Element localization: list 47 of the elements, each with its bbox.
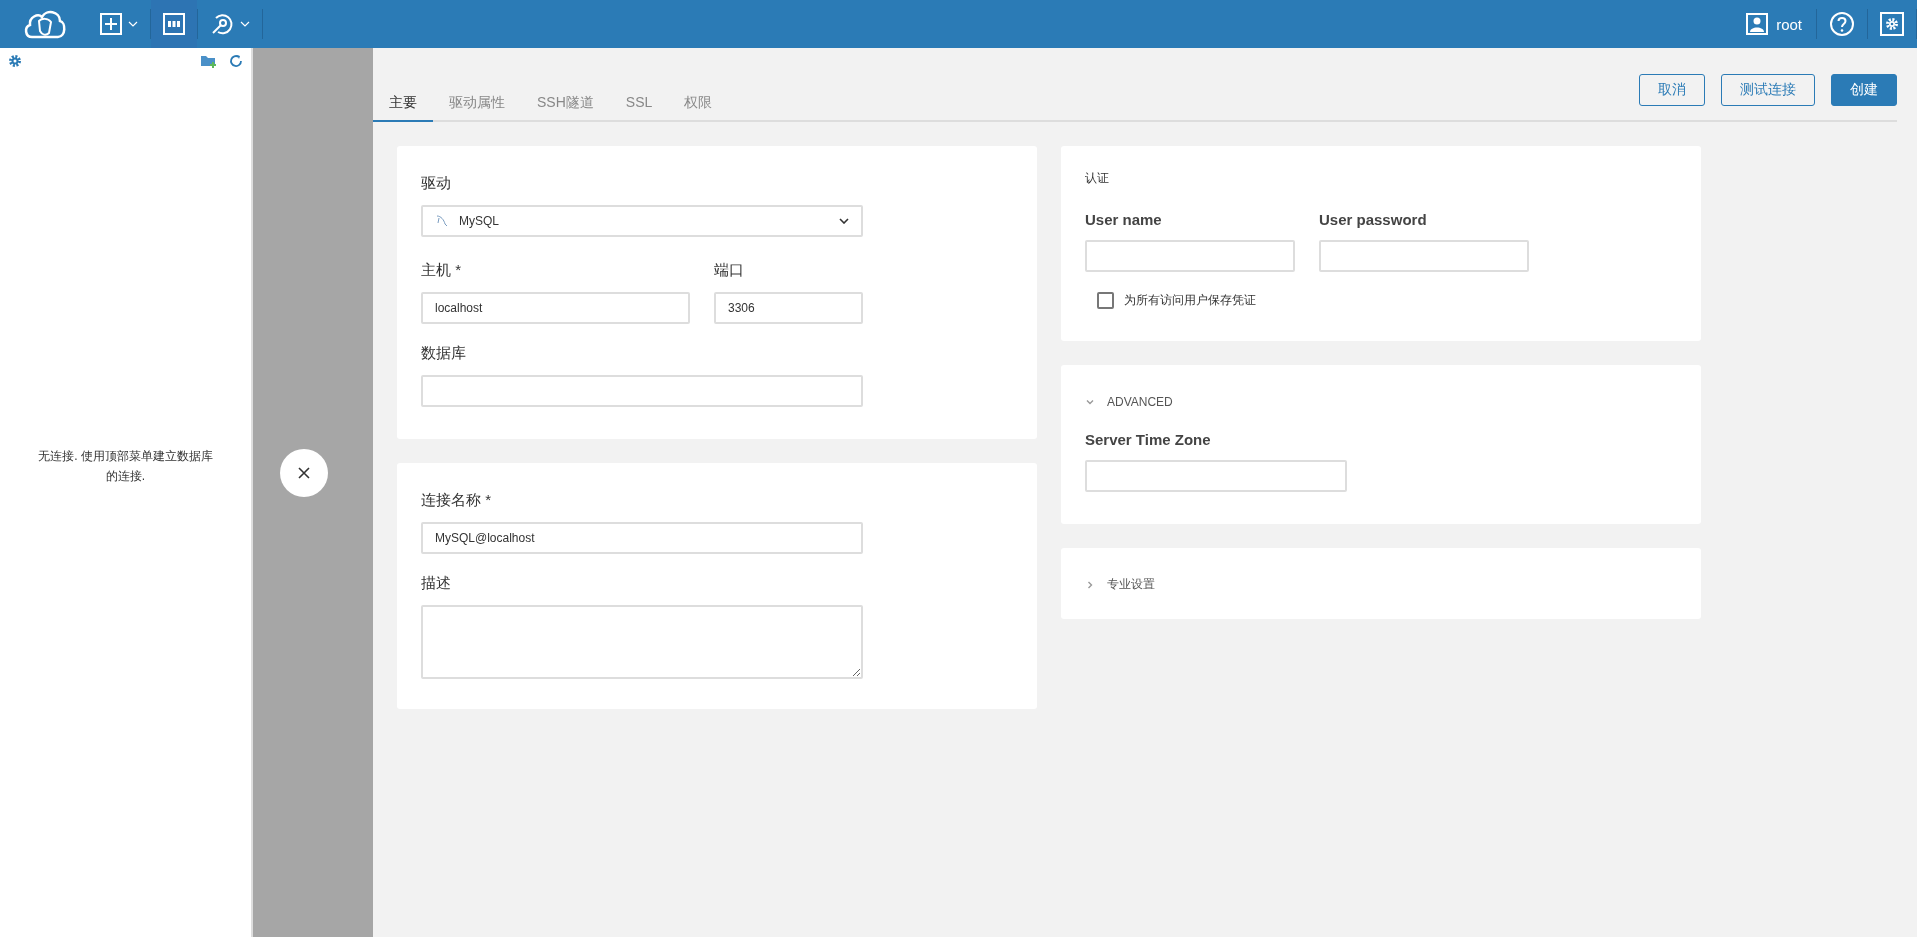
section-title: 认证 [1085, 170, 1109, 187]
field-label: Server Time Zone [1085, 431, 1211, 448]
expert-settings-toggle[interactable]: 专业设置 [1085, 576, 1155, 593]
checkbox[interactable] [1097, 292, 1114, 309]
field-label: User password [1319, 211, 1428, 228]
plus-icon [100, 13, 122, 35]
close-icon [297, 465, 311, 480]
field-label: 描述 [421, 574, 451, 593]
connection-name-input[interactable]: MySQL@localhost [421, 522, 863, 554]
empty-message: 无连接. 使用顶部菜单建立数据库的连接. [37, 447, 214, 485]
field-label: 主机 * [421, 261, 462, 280]
advanced-toggle[interactable]: ADVANCED [1085, 395, 1173, 409]
caret-icon [240, 21, 250, 27]
user-icon [1746, 13, 1769, 35]
action-button[interactable]: 测试连接 [1721, 74, 1815, 106]
caret-icon [128, 21, 138, 27]
wrench-icon [210, 12, 234, 36]
action-button[interactable]: 创建 [1831, 74, 1897, 106]
tab[interactable]: SSL [609, 94, 669, 122]
close-button[interactable] [280, 448, 328, 497]
field-label: 端口 [714, 261, 745, 280]
tab[interactable]: SSH隧道 [521, 94, 610, 122]
field-label: User name [1085, 211, 1163, 228]
tab[interactable]: 权限 [668, 94, 729, 122]
chevron-down-icon [839, 218, 849, 224]
chevron-icon [1085, 397, 1095, 407]
field-label: 驱动 [421, 174, 451, 193]
checkbox-label: 为所有访问用户保存凭证 [1124, 292, 1256, 309]
user-menu-button[interactable]: root [1732, 13, 1816, 35]
password-input[interactable] [1319, 240, 1529, 272]
tab[interactable]: 主要 [373, 94, 433, 122]
port-input[interactable]: 3306 [714, 292, 863, 324]
sql-editor-button[interactable] [151, 0, 197, 48]
tab[interactable]: 驱动属性 [433, 94, 521, 122]
refresh-icon[interactable] [229, 54, 243, 68]
driver-select[interactable]: MySQL [421, 205, 863, 237]
username-input[interactable] [1085, 240, 1295, 272]
help-icon[interactable] [1829, 11, 1855, 37]
field-label: 连接名称 * [421, 491, 491, 510]
timezone-input[interactable] [1085, 460, 1347, 492]
settings-icon[interactable] [8, 54, 22, 68]
chevron-icon [1085, 579, 1095, 590]
database-input[interactable] [421, 375, 863, 407]
host-input[interactable]: localhost [421, 292, 690, 324]
field-label: 数据库 [421, 344, 466, 363]
add-folder-icon[interactable] [201, 54, 217, 68]
action-button[interactable]: 取消 [1639, 74, 1705, 106]
